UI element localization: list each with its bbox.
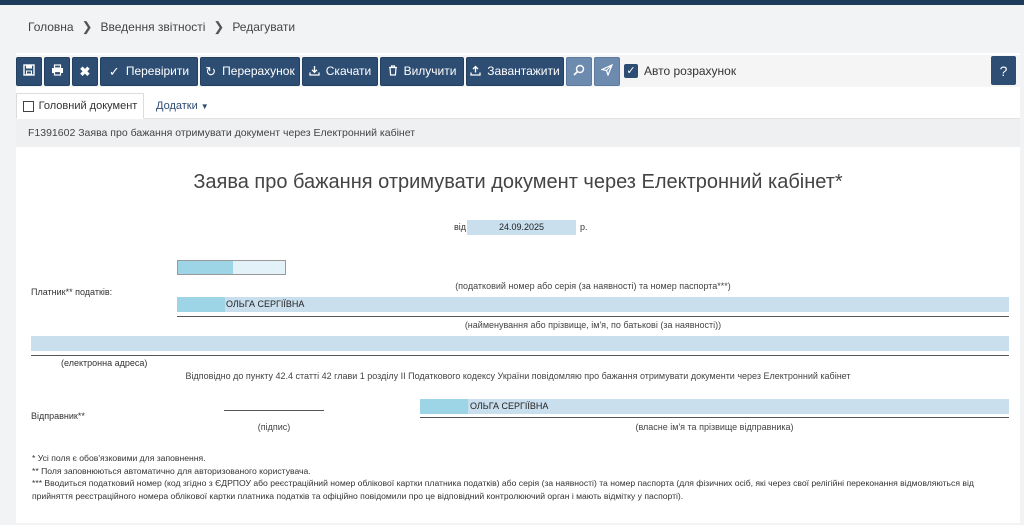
chevron-right-icon: ❯ (81, 19, 93, 34)
email-caption: (електронна адреса) (61, 358, 148, 368)
email-underline (31, 355, 1009, 356)
trash-icon (388, 64, 398, 78)
breadcrumb-edit: Редагувати (232, 20, 296, 34)
auto-calc-toggle[interactable]: ✓ Авто розрахунок (624, 64, 736, 78)
sender-label: Відправник** (31, 411, 85, 421)
email-field[interactable] (31, 336, 1009, 351)
upload-button[interactable]: Завантажити (466, 56, 564, 86)
check-button[interactable]: ✓ Перевірити (100, 56, 198, 86)
sender-name-accent (420, 399, 468, 414)
breadcrumb-home[interactable]: Головна (28, 20, 74, 34)
auto-calc-label: Авто розрахунок (644, 64, 737, 78)
document-code-title: F1391602 Заява про бажання отримувати до… (28, 127, 416, 139)
date-prefix: від (454, 222, 467, 232)
tax-number-field[interactable] (177, 260, 286, 275)
sender-name-value: ОЛЬГА СЕРГІЇВНА (470, 401, 549, 411)
delete-label: Вилучити (403, 64, 457, 78)
send-button[interactable] (594, 56, 620, 86)
sender-name-caption: (власне ім'я та прізвище відправника) (635, 422, 794, 432)
date-field[interactable]: 24.09.2025 (467, 220, 576, 235)
chevron-right-icon: ❯ (213, 19, 225, 34)
help-label: ? (999, 62, 1008, 79)
form-title: Заява про бажання отримувати документ че… (193, 171, 843, 193)
search-button[interactable] (566, 56, 592, 86)
recalc-button[interactable]: ↻ Перерахунок (200, 56, 300, 86)
tab-bar: Головний документ Додатки ▼ (16, 93, 1020, 119)
tab-main-document[interactable]: Головний документ (16, 93, 144, 119)
breadcrumb: Головна ❯ Введення звітності ❯ Редагуват… (28, 19, 295, 35)
checkbox-checked-icon[interactable]: ✓ (624, 64, 638, 78)
payer-name-underline (177, 316, 1009, 317)
document-code-bar: F1391602 Заява про бажання отримувати до… (16, 119, 1020, 147)
recalc-label: Перерахунок (222, 64, 295, 78)
document-icon (22, 100, 34, 112)
sender-name-field[interactable]: ОЛЬГА СЕРГІЇВНА (420, 399, 1009, 414)
breadcrumb-reporting[interactable]: Введення звітності (101, 20, 206, 34)
form-body: Заява про бажання отримувати документ че… (16, 147, 1020, 523)
tax-number-fill (178, 261, 233, 274)
check-label: Перевірити (125, 64, 190, 78)
tab-attachments[interactable]: Додатки ▼ (156, 93, 209, 119)
refresh-icon: ↻ (205, 63, 217, 79)
close-icon: ✖ (79, 63, 91, 79)
payer-name-field[interactable]: ОЛЬГА СЕРГІЇВНА (177, 297, 1009, 312)
download-icon (309, 65, 320, 78)
page: Головна ❯ Введення звітності ❯ Редагуват… (0, 5, 1024, 525)
print-icon (51, 64, 64, 78)
search-icon (573, 64, 585, 78)
save-icon (23, 64, 35, 78)
signature-caption: (підпис) (257, 422, 291, 432)
payer-name-value: ОЛЬГА СЕРГІЇВНА (226, 299, 305, 309)
footnote-3: *** Вводиться податковий номер (код згід… (32, 478, 974, 501)
tab-attachments-label: Додатки (156, 100, 198, 112)
delete-button[interactable]: Вилучити (380, 56, 464, 86)
footnote-1: * Усі поля є обов'язковими для заповненн… (32, 453, 206, 463)
print-button[interactable] (44, 56, 70, 86)
footnotes: * Усі поля є обов'язковими для заповненн… (32, 452, 1012, 502)
name-caption: (найменування або прізвище, ім'я, по бат… (464, 320, 722, 330)
document-panel: ✖ ✓ Перевірити ↻ Перерахунок Скачати Вил… (16, 53, 1020, 523)
send-icon (600, 63, 614, 78)
checkmark-icon: ✓ (108, 63, 120, 79)
sender-name-underline (420, 417, 1009, 418)
payer-name-accent (177, 297, 225, 312)
tab-main-document-label: Головний документ (38, 100, 138, 112)
close-button[interactable]: ✖ (72, 56, 98, 86)
save-button[interactable] (16, 56, 42, 86)
payer-label: Платник** податків: (31, 287, 113, 297)
toolbar: ✖ ✓ Перевірити ↻ Перерахунок Скачати Вил… (16, 55, 1020, 87)
download-button[interactable]: Скачати (302, 56, 378, 86)
tax-number-caption: (податковий номер або серія (за наявност… (455, 281, 731, 291)
upload-icon (470, 65, 481, 78)
upload-label: Завантажити (487, 64, 560, 78)
signature-line (224, 410, 324, 411)
statement-text: Відповідно до пункту 42.4 статті 42 глав… (185, 371, 851, 381)
help-button[interactable]: ? (991, 56, 1016, 85)
footnote-2: ** Поля заповнюються автоматично для авт… (32, 465, 311, 476)
caret-down-icon: ▼ (200, 101, 209, 111)
date-suffix: р. (580, 222, 588, 232)
download-label: Скачати (325, 64, 372, 78)
